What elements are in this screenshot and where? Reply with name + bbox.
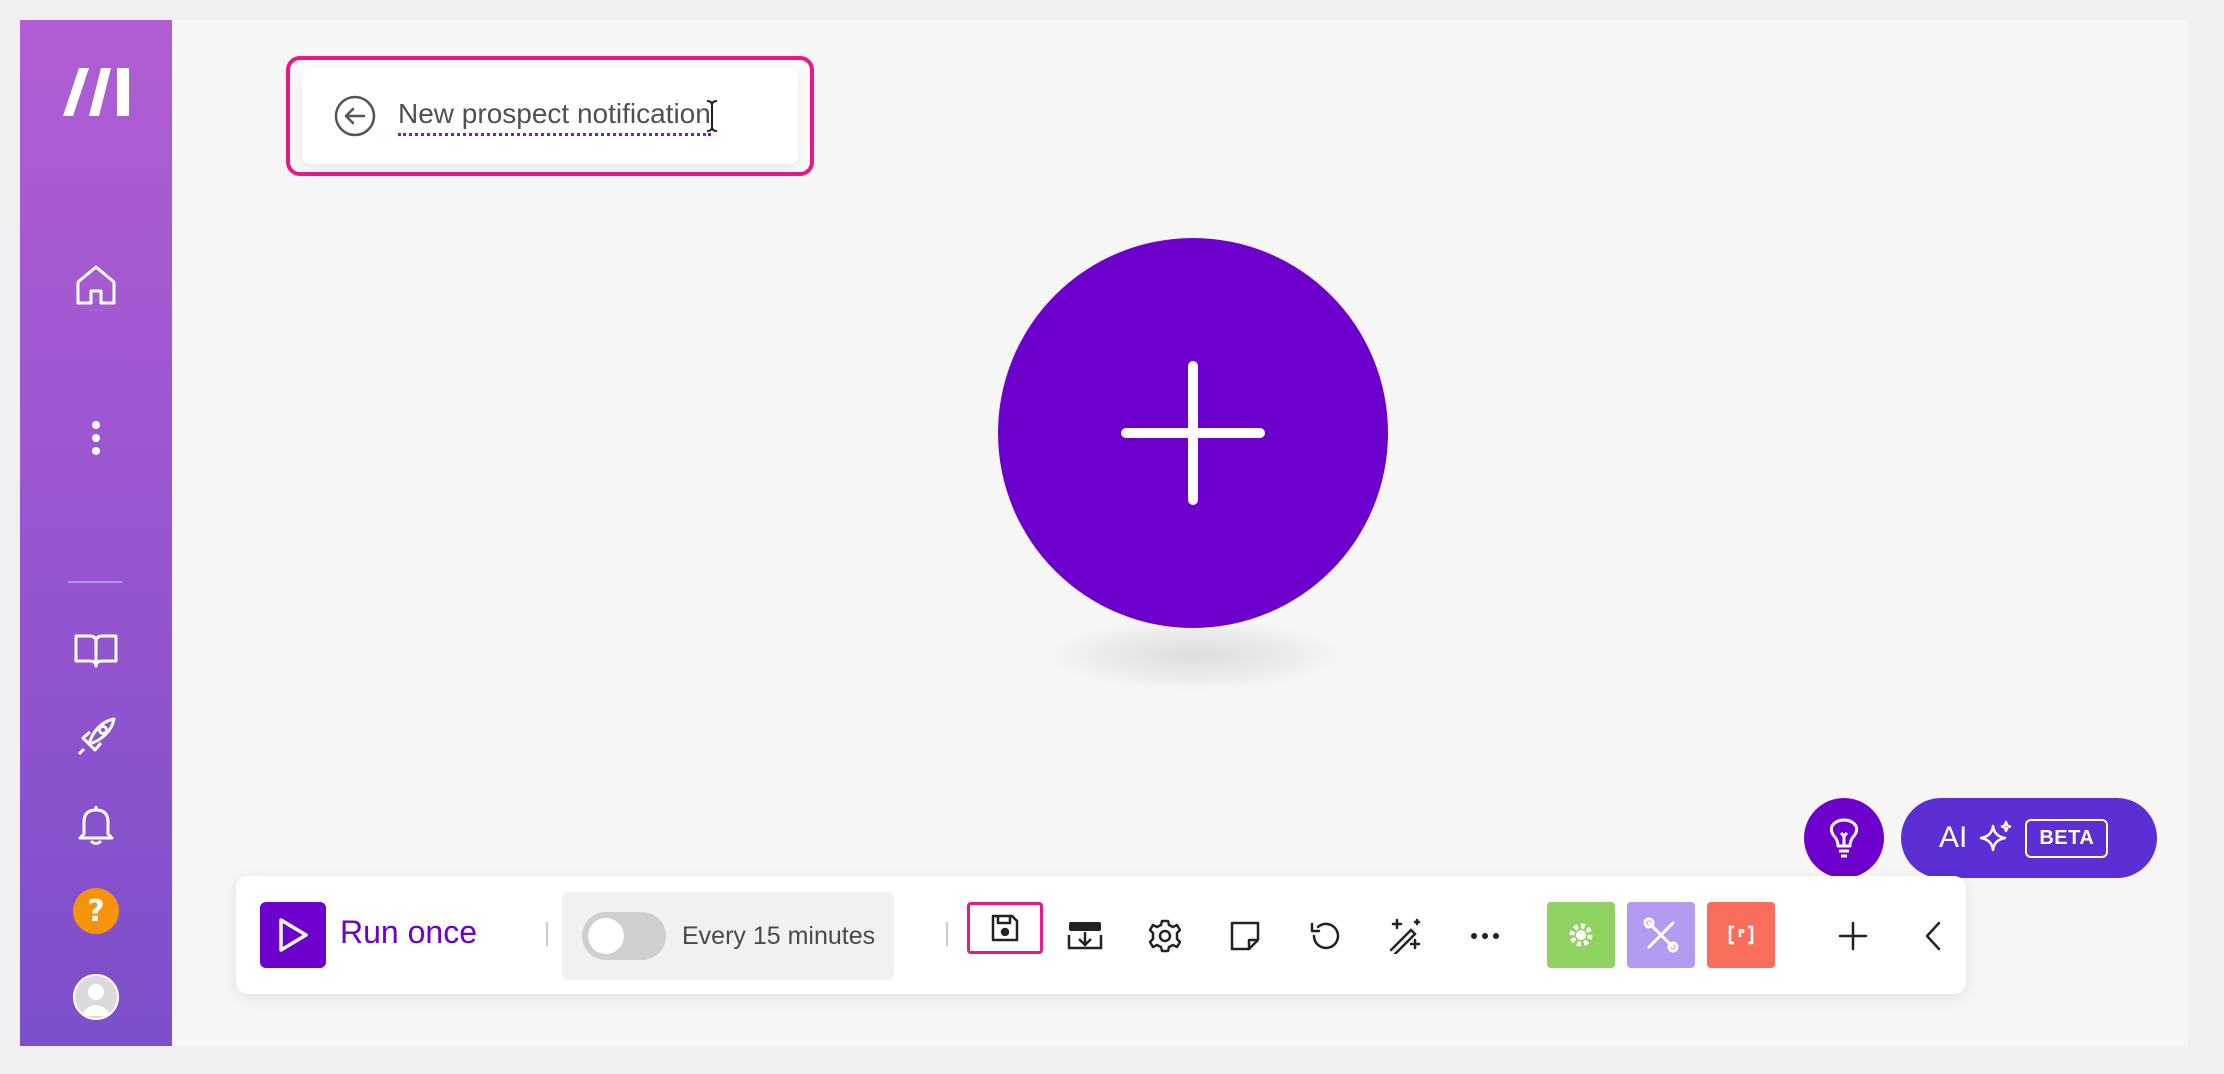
more-button[interactable]	[1455, 906, 1515, 966]
save-icon	[991, 914, 1019, 942]
avatar[interactable]	[73, 974, 119, 1020]
text-cursor-icon	[706, 100, 717, 132]
ai-label: AI	[1939, 821, 1968, 854]
blueprint-button[interactable]	[1055, 906, 1115, 966]
schedule-toggle[interactable]	[582, 912, 666, 960]
scenario-header: New prospect notification	[302, 68, 798, 164]
note-icon	[1230, 921, 1260, 951]
toolbar-separator	[546, 922, 548, 946]
magic-wand-icon	[1389, 918, 1421, 954]
save-button[interactable]	[967, 902, 1043, 954]
sidebar-divider	[68, 581, 122, 583]
add-module-button[interactable]	[998, 238, 1388, 628]
sidebar: ?	[20, 20, 172, 1046]
text-parser-button[interactable]	[1707, 902, 1775, 968]
auto-align-button[interactable]	[1375, 906, 1435, 966]
help-icon[interactable]: ?	[73, 888, 119, 934]
undo-icon	[1310, 922, 1340, 950]
play-icon	[279, 918, 308, 952]
arrow-left-icon	[334, 95, 376, 137]
chevron-left-icon	[1925, 921, 1941, 951]
toggle-knob	[588, 918, 624, 954]
gear-icon	[1148, 919, 1182, 953]
book-icon[interactable]	[73, 632, 119, 668]
scenario-title-highlight: New prospect notification	[286, 56, 814, 176]
lightbulb-icon	[1829, 818, 1859, 858]
scenario-toolbar: Run once Every 15 minutes	[236, 876, 1966, 994]
more-horizontal-icon	[1471, 933, 1499, 939]
back-button[interactable]	[334, 95, 376, 137]
toolbar-separator	[946, 922, 948, 946]
hint-button[interactable]	[1804, 798, 1884, 878]
scenario-name-input[interactable]: New prospect notification	[398, 97, 711, 136]
more-vertical-icon[interactable]	[91, 420, 101, 456]
app-window: ? New prospect notification AI BETA Run …	[20, 20, 2188, 1046]
tools-button[interactable]	[1627, 902, 1695, 968]
home-icon[interactable]	[74, 264, 118, 306]
plus-icon	[1838, 921, 1868, 951]
add-button[interactable]	[1823, 906, 1883, 966]
notes-button[interactable]	[1215, 906, 1275, 966]
rocket-icon[interactable]	[75, 716, 117, 758]
settings-button[interactable]	[1135, 906, 1195, 966]
schedule-control: Every 15 minutes	[562, 892, 894, 980]
undo-button[interactable]	[1295, 906, 1355, 966]
flow-gear-icon	[1569, 923, 1593, 947]
beta-badge: BETA	[2025, 818, 2109, 858]
import-export-icon	[1067, 922, 1103, 950]
sparkles-icon	[1980, 820, 2012, 852]
run-once-label[interactable]: Run once	[340, 914, 477, 951]
collapse-button[interactable]	[1903, 906, 1963, 966]
ai-assistant-button[interactable]: AI BETA	[1901, 798, 2157, 878]
text-parser-icon	[1728, 925, 1754, 945]
help-label: ?	[73, 888, 119, 934]
plus-icon	[1121, 361, 1265, 505]
schedule-label[interactable]: Every 15 minutes	[682, 922, 875, 951]
run-once-button[interactable]	[260, 902, 326, 968]
add-module-shadow	[1050, 620, 1340, 690]
flow-control-button[interactable]	[1547, 902, 1615, 968]
bell-icon[interactable]	[76, 802, 116, 846]
logo-icon[interactable]	[59, 66, 133, 118]
wrench-icon	[1643, 917, 1679, 953]
